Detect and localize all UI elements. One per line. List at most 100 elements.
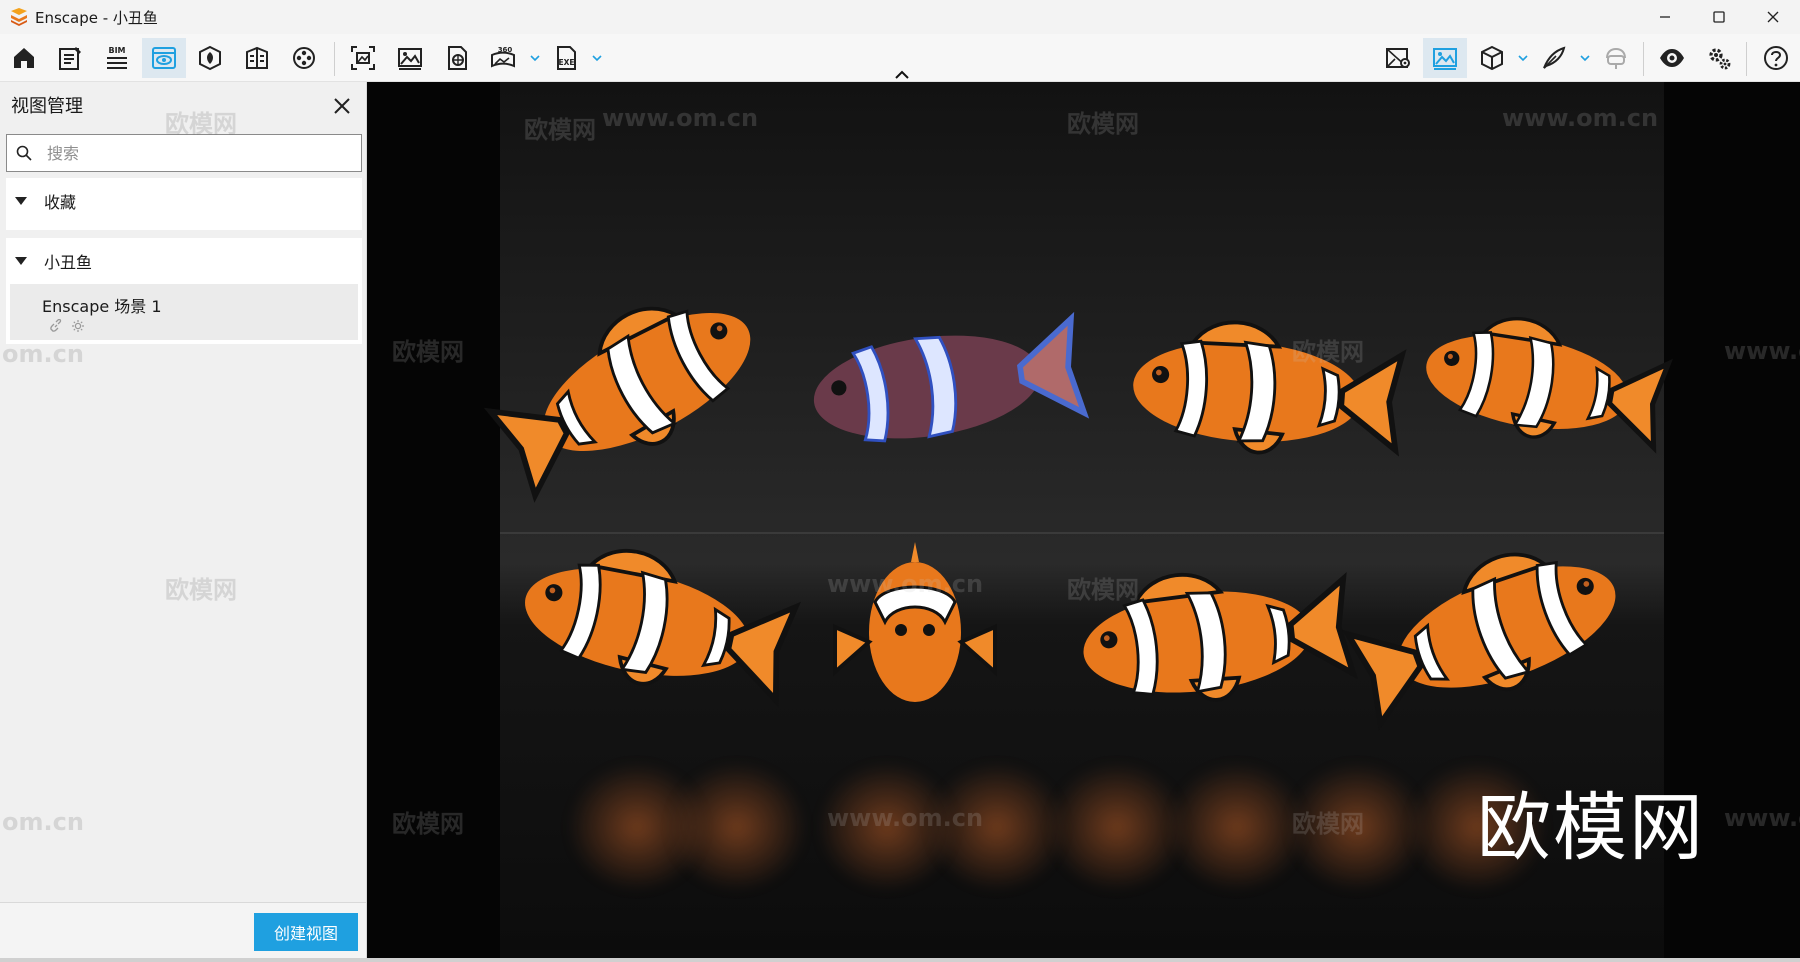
watermark-url: www.om.cn	[827, 804, 984, 832]
group-label: 收藏	[44, 193, 77, 212]
scene-group: 小丑鱼 Enscape 场景 1	[6, 238, 362, 344]
panorama-dropdown[interactable]	[528, 48, 542, 68]
exe-export-icon: EXE	[557, 46, 576, 70]
vr-headset-button[interactable]	[1594, 38, 1638, 78]
close-icon	[334, 98, 350, 114]
feather-pen-icon	[1543, 46, 1566, 69]
link-icon[interactable]	[48, 318, 64, 334]
landscape-image-icon	[1433, 48, 1457, 70]
watermark-text: 欧模网	[1292, 338, 1364, 366]
export-dropdown[interactable]	[590, 48, 604, 68]
export-document-icon	[448, 46, 467, 70]
sketch-mode-button[interactable]	[1532, 38, 1576, 78]
view-eye-window-icon	[152, 47, 176, 69]
chevron-down-icon	[1518, 55, 1528, 62]
home-button[interactable]	[2, 38, 46, 78]
create-view-button[interactable]: 创建视图	[253, 913, 358, 951]
batch-render-button[interactable]	[388, 38, 432, 78]
help-icon	[1764, 46, 1788, 70]
panorama-button[interactable]: 360	[481, 38, 525, 78]
asset-library-button[interactable]	[188, 38, 232, 78]
group-label: 小丑鱼	[44, 253, 93, 272]
asset-library-icon	[199, 45, 221, 71]
visual-settings-button[interactable]	[1423, 38, 1467, 78]
watermark-url: www.om.cn	[602, 104, 759, 132]
watermark-url: om.cn	[2, 808, 84, 836]
gears-icon	[1709, 48, 1731, 70]
chevron-down-icon	[530, 55, 540, 62]
settings-button[interactable]	[1697, 38, 1741, 78]
map-button[interactable]	[1376, 38, 1420, 78]
watermark-text: 欧模网	[524, 116, 596, 144]
screenshot-icon	[351, 46, 375, 70]
sun-icon[interactable]	[70, 318, 86, 334]
view-mode-button[interactable]	[1470, 38, 1514, 78]
close-icon	[1767, 11, 1779, 23]
collapse-toolbar-button[interactable]	[892, 68, 912, 82]
export-exe-button[interactable]: EXE	[544, 38, 588, 78]
watermark-text: 欧模网	[1292, 810, 1364, 838]
help-button[interactable]	[1754, 38, 1798, 78]
window-title: Enscape - 小丑鱼	[35, 8, 158, 27]
enscape-logo-icon	[11, 8, 27, 26]
view-name: Enscape 场景 1	[42, 297, 162, 316]
material-editor-button[interactable]	[235, 38, 279, 78]
watermark-url: om.cn	[2, 340, 84, 368]
search-icon	[16, 145, 32, 161]
maximize-button[interactable]	[1692, 0, 1746, 34]
watermark-text: 欧模网	[165, 576, 237, 604]
scene-group-header[interactable]: 小丑鱼	[6, 238, 362, 284]
panel-footer: 创建视图	[0, 902, 366, 958]
building-icon	[246, 46, 268, 69]
watermark-text: 欧模网	[1067, 110, 1139, 138]
window-bottom-border	[0, 958, 1800, 962]
map-location-icon	[1386, 48, 1410, 68]
watermark-text: 欧模网	[165, 110, 237, 138]
favorites-group-header[interactable]: 收藏	[6, 178, 362, 224]
document-button[interactable]	[48, 38, 92, 78]
render-viewport[interactable]: 欧模网 www.om.cn 欧模网 www.om.cn 欧模网 欧模网 www.…	[367, 82, 1800, 958]
screenshot-button[interactable]	[341, 38, 385, 78]
watermark-text: 欧模网	[392, 338, 464, 366]
title-bar: Enscape - 小丑鱼	[0, 0, 1800, 34]
close-window-button[interactable]	[1746, 0, 1800, 34]
view-list-item[interactable]: Enscape 场景 1	[10, 284, 358, 340]
search-box	[6, 134, 362, 172]
triangle-down-icon	[15, 257, 27, 265]
maximize-icon	[1713, 11, 1725, 23]
cube-icon	[1481, 45, 1503, 71]
live-view-button[interactable]	[1650, 38, 1694, 78]
bim-icon: BIM	[107, 46, 127, 69]
document-edit-icon	[59, 47, 81, 70]
eye-icon	[1660, 49, 1684, 67]
watermark-text: 欧模网	[1067, 576, 1139, 604]
chevron-down-icon	[592, 55, 602, 62]
film-reel-icon	[293, 47, 315, 69]
chevron-down-icon	[1580, 55, 1590, 62]
watermark-text: 欧模网	[392, 810, 464, 838]
watermark-url: www.om.cn	[827, 570, 984, 598]
minimize-button[interactable]	[1638, 0, 1692, 34]
triangle-down-icon	[15, 197, 27, 205]
watermark-logo-text: 欧模网	[1477, 785, 1705, 871]
home-icon	[14, 48, 34, 68]
watermark-url: www.om.cn	[1724, 804, 1800, 832]
watermark-url: www.om.cn	[1724, 337, 1800, 365]
image-icon	[398, 48, 422, 70]
panorama-360-icon: 360	[491, 46, 515, 68]
close-panel-button[interactable]	[330, 94, 354, 118]
svg-text:EXE: EXE	[558, 58, 574, 67]
bim-button[interactable]: BIM	[95, 38, 139, 78]
vr-headset-icon	[1606, 47, 1626, 69]
search-input[interactable]	[47, 138, 347, 168]
watermark-url: www.om.cn	[1502, 104, 1659, 132]
video-editor-button[interactable]	[282, 38, 326, 78]
web-standalone-button[interactable]	[435, 38, 479, 78]
svg-text:BIM: BIM	[108, 46, 125, 55]
sketch-dropdown[interactable]	[1578, 48, 1592, 68]
view-mode-dropdown[interactable]	[1516, 48, 1530, 68]
favorites-group: 收藏	[6, 178, 362, 230]
minimize-icon	[1660, 16, 1670, 18]
panel-title: 视图管理	[11, 96, 83, 117]
view-management-button[interactable]	[142, 38, 186, 78]
